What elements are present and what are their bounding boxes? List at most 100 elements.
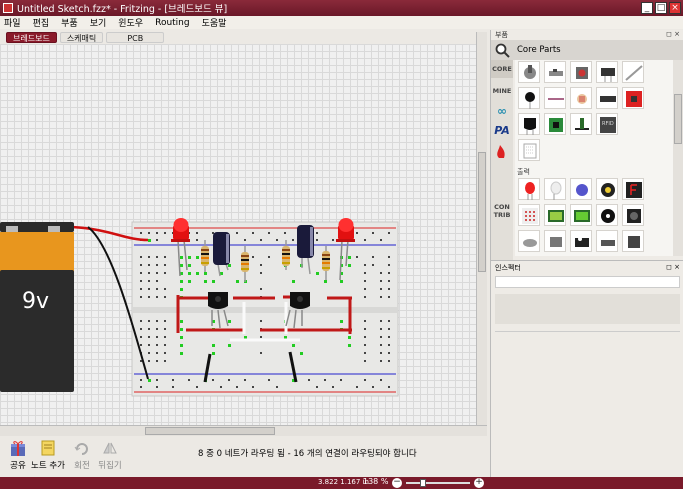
parts-grid: RFID 출력 <box>515 60 675 256</box>
part-dc-motor[interactable] <box>544 230 566 252</box>
battery-9v[interactable]: 9v <box>0 222 74 392</box>
circuit-drawing: 9v <box>0 218 399 397</box>
note-icon <box>41 440 55 456</box>
inspector-divider <box>495 331 680 332</box>
inspector-preview <box>495 294 680 324</box>
tab-pcb[interactable]: PCB <box>106 32 165 43</box>
part-pushbutton[interactable] <box>570 61 592 83</box>
part-solenoid[interactable] <box>596 230 618 252</box>
part-rgb-led[interactable] <box>570 178 592 200</box>
menu-edit[interactable]: 편집 <box>33 16 50 29</box>
part-red-led[interactable] <box>518 178 540 200</box>
status-bar: 3.822 1.167 in 138 % − + <box>0 477 683 489</box>
category-output-label: 출력 <box>517 168 530 176</box>
flip-icon <box>103 442 117 454</box>
inspector-buttons[interactable]: ◻ × <box>666 263 680 271</box>
menu-help[interactable]: 도움말 <box>202 16 227 29</box>
part-mic[interactable] <box>570 113 592 135</box>
bottom-toolbar: 공유 노트 추가 회전 뒤집기 8 중 0 네트가 라우팅 됨 - 16 개의 … <box>0 437 488 477</box>
gift-icon <box>11 441 25 456</box>
routing-status: 8 중 0 네트가 라우팅 됨 - 16 개의 연결이 라우팅되야 합니다 <box>198 449 417 459</box>
inspector-title: 인스펙터 <box>495 264 521 272</box>
bin-tab-sparkfun[interactable] <box>491 142 513 160</box>
menu-file[interactable]: 파일 <box>4 16 21 29</box>
part-speaker[interactable] <box>622 204 644 226</box>
part-white-led[interactable] <box>544 178 566 200</box>
zoom-control: − + <box>392 478 484 488</box>
flip-button[interactable]: 뒤집기 <box>92 439 128 471</box>
menu-view[interactable]: 보기 <box>90 16 107 29</box>
title-bar: Untitled Sketch.fzz* - Fritzing - [브레드보드… <box>0 0 683 16</box>
menu-routing[interactable]: Routing <box>155 18 190 28</box>
view-tabs: 브레드보드 스케매틱 PCB <box>0 32 488 44</box>
inspector-panel: 인스펙터 ◻ × <box>491 260 683 477</box>
fritzing-window: Untitled Sketch.fzz* - Fritzing - [브레드보드… <box>0 0 683 489</box>
flip-label: 뒤집기 <box>98 461 122 471</box>
svg-text:RFID: RFID <box>602 121 614 127</box>
bin-tabs: CORE MINE ∞ PA CON TRIB <box>491 60 513 260</box>
part-motor[interactable] <box>518 230 540 252</box>
part-servo[interactable] <box>570 230 592 252</box>
battery-label: 9v <box>22 289 49 314</box>
minimize-button[interactable]: _ <box>641 2 653 14</box>
part-flex-sensor[interactable] <box>544 87 566 109</box>
search-icon[interactable] <box>495 43 510 58</box>
part-buzzer[interactable] <box>596 204 618 226</box>
zoom-out-button[interactable]: − <box>392 478 402 488</box>
inspector-title-field[interactable] <box>495 276 680 288</box>
part-piezo[interactable] <box>596 87 618 109</box>
bin-tab-contrib[interactable]: CON TRIB <box>491 202 513 224</box>
part-photocell[interactable] <box>570 87 592 109</box>
bin-tab-seeed[interactable] <box>491 162 513 180</box>
zoom-slider-track[interactable] <box>406 482 470 484</box>
part-potentiometer[interactable] <box>518 61 540 83</box>
tab-schematic[interactable]: 스케매틱 <box>59 32 104 43</box>
part-breakout-board[interactable] <box>622 87 644 109</box>
part-transistor[interactable] <box>518 113 540 135</box>
bin-tab-adafruit[interactable] <box>491 182 513 200</box>
part-temp-sensor[interactable] <box>518 87 540 109</box>
hscroll-thumb[interactable] <box>145 427 275 435</box>
bin-title: Core Parts <box>517 45 561 55</box>
part-green-module[interactable] <box>544 113 566 135</box>
maximize-button[interactable]: □ <box>655 2 667 14</box>
canvas-vertical-scrollbar[interactable] <box>476 32 487 425</box>
vscroll-thumb[interactable] <box>478 152 486 272</box>
cursor-coordinates: 3.822 1.167 in <box>318 478 369 486</box>
fritzing-app-icon <box>3 3 13 13</box>
part-slide-switch[interactable] <box>544 61 566 83</box>
menu-window[interactable]: 윈도우 <box>118 16 143 29</box>
part-tilt-switch[interactable] <box>596 61 618 83</box>
bin-tab-mine[interactable]: MINE <box>491 82 513 100</box>
tab-breadboard[interactable]: 브레드보드 <box>6 32 57 43</box>
add-note-button[interactable]: 노트 추가 <box>30 439 66 471</box>
part-led-matrix[interactable] <box>518 204 540 226</box>
part-lcd-display[interactable] <box>570 204 592 226</box>
flame-icon <box>497 145 505 158</box>
zoom-in-button[interactable]: + <box>474 478 484 488</box>
parts-scrollbar[interactable] <box>673 60 683 256</box>
menu-part[interactable]: 부품 <box>61 16 78 29</box>
breadboard-canvas[interactable]: 9v <box>0 44 476 425</box>
parts-panel-title: 부품 <box>495 31 508 39</box>
breadboard[interactable] <box>131 221 399 397</box>
part-stepper[interactable] <box>622 230 644 252</box>
window-title: Untitled Sketch.fzz* - Fritzing - [브레드보드… <box>17 4 228 15</box>
part-reed-switch[interactable] <box>622 61 644 83</box>
parts-panel-buttons[interactable]: ◻ × <box>666 30 680 38</box>
part-rfid-reader[interactable]: RFID <box>596 113 618 135</box>
part-lcd-module[interactable] <box>544 204 566 226</box>
close-button[interactable]: × <box>669 2 681 14</box>
bin-tab-pa[interactable]: PA <box>491 122 513 140</box>
part-humidity-sensor[interactable] <box>518 139 540 161</box>
rotate-icon <box>74 443 88 455</box>
part-seven-segment[interactable] <box>622 178 644 200</box>
part-led-ring[interactable] <box>596 178 618 200</box>
bin-tab-arduino[interactable]: ∞ <box>491 102 513 120</box>
parts-scroll-thumb[interactable] <box>674 94 682 144</box>
canvas-horizontal-scrollbar[interactable] <box>0 425 487 436</box>
zoom-slider-knob[interactable] <box>420 479 426 487</box>
parts-panel-header: 부품 ◻ × <box>491 30 683 40</box>
right-dock: 부품 ◻ × Core Parts CORE MINE ∞ PA CON TRI… <box>490 30 683 477</box>
bin-tab-core[interactable]: CORE <box>491 60 513 78</box>
